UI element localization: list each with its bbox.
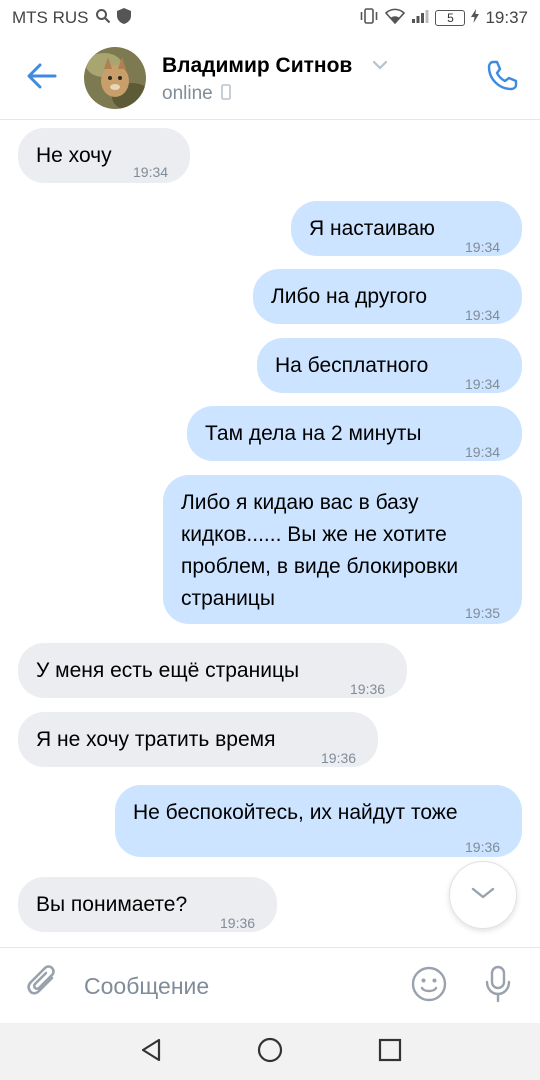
message-time: 19:36 [465, 839, 501, 855]
system-navigation-bar [0, 1023, 540, 1080]
message-time: 19:36 [220, 915, 256, 931]
message-time: 19:36 [350, 681, 386, 697]
message-bubble-incoming[interactable]: Не хочу 19:34 [18, 128, 190, 183]
message-bubble-outgoing[interactable]: Либо на другого 19:34 [253, 269, 522, 324]
message-bubble-outgoing[interactable]: На бесплатного 19:34 [257, 338, 522, 393]
message-time: 19:34 [465, 307, 501, 323]
message-time: 19:34 [465, 376, 501, 392]
vibrate-icon [359, 7, 379, 29]
message-bubble-outgoing[interactable]: Я настаиваю 19:34 [291, 201, 522, 256]
carrier-label: MTS RUS [12, 8, 89, 27]
mobile-icon [220, 83, 231, 105]
paperclip-icon [25, 964, 61, 1007]
message-bubble-incoming[interactable]: У меня есть ещё страницы 19:36 [18, 643, 407, 698]
message-composer [0, 947, 540, 1023]
back-button[interactable] [22, 56, 62, 100]
scroll-to-bottom-button[interactable] [449, 861, 517, 929]
contact-name[interactable]: Владимир Ситнов [162, 54, 352, 78]
microphone-icon [483, 964, 513, 1009]
status-left: MTS RUS [12, 7, 131, 29]
search-icon [95, 8, 111, 29]
attach-button[interactable] [22, 964, 64, 1006]
square-recents-icon [377, 1037, 403, 1068]
nav-recents-button[interactable] [375, 1037, 405, 1067]
nav-back-button[interactable] [136, 1037, 166, 1067]
arrow-left-icon [27, 63, 57, 94]
message-bubble-incoming[interactable]: Я не хочу тратить время 19:36 [18, 712, 378, 767]
message-text: Не беспокойтесь, их найдут тоже [133, 801, 458, 824]
avatar[interactable] [84, 47, 146, 109]
message-bubble-incoming[interactable]: Вы понимаете? 19:36 [18, 877, 277, 932]
message-time: 19:34 [465, 444, 501, 460]
shield-icon [116, 7, 131, 29]
clock-time: 19:37 [485, 8, 528, 27]
chat-header: Владимир Ситнов online [0, 36, 540, 120]
charging-icon [471, 8, 480, 28]
nav-home-button[interactable] [255, 1037, 285, 1067]
status-right: 5 19:37 [359, 7, 528, 29]
message-bubble-outgoing[interactable]: Там дела на 2 минуты 19:34 [187, 406, 522, 461]
message-text: Либо я кидаю вас в базу кидков...... Вы … [181, 491, 459, 610]
circle-home-icon [256, 1036, 284, 1069]
message-input[interactable] [84, 966, 384, 1006]
message-time: 19:35 [465, 605, 501, 621]
call-button[interactable] [482, 58, 522, 98]
triangle-back-icon [139, 1037, 163, 1068]
smiley-icon [410, 965, 448, 1008]
signal-icon [411, 8, 429, 29]
wifi-icon [385, 8, 406, 29]
battery-icon: 5 [435, 10, 466, 26]
online-status: online [162, 83, 231, 105]
phone-icon [485, 59, 519, 98]
message-time: 19:34 [133, 164, 169, 180]
message-time: 19:36 [321, 750, 357, 766]
chevron-down-icon [470, 885, 496, 906]
emoji-button[interactable] [408, 965, 450, 1007]
message-time: 19:34 [465, 239, 501, 255]
online-label: online [162, 83, 213, 104]
chevron-down-icon[interactable] [372, 58, 388, 76]
voice-message-button[interactable] [478, 963, 518, 1009]
message-bubble-outgoing[interactable]: Не беспокойтесь, их найдут тоже 19:36 [115, 785, 522, 857]
message-bubble-outgoing[interactable]: Либо я кидаю вас в базу кидков...... Вы … [163, 475, 522, 624]
status-bar: MTS RUS 5 19:37 [0, 0, 540, 36]
